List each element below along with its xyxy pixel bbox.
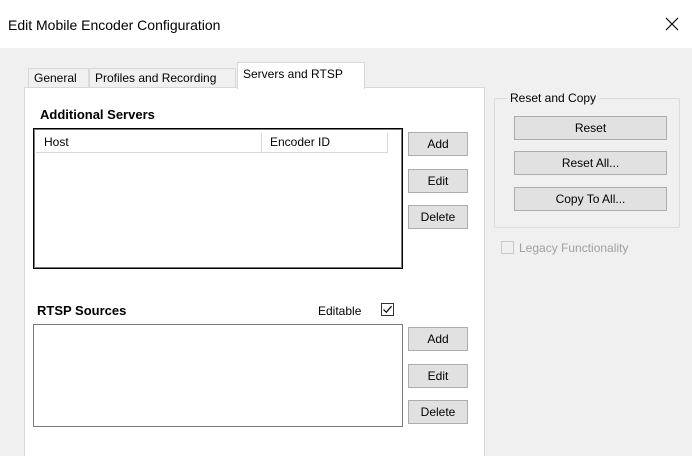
tab-servers-and-rtsp[interactable]: Servers and RTSP	[237, 62, 365, 89]
delete-server-button[interactable]: Delete	[408, 205, 468, 229]
legacy-functionality-label: Legacy Functionality	[519, 241, 629, 255]
reset-button[interactable]: Reset	[514, 116, 667, 140]
copy-to-all-button[interactable]: Copy To All...	[514, 187, 667, 211]
reset-and-copy-title: Reset and Copy	[507, 91, 600, 105]
edit-server-button[interactable]: Edit	[408, 169, 468, 193]
reset-all-button[interactable]: Reset All...	[514, 151, 667, 175]
column-header-label: Host	[44, 135, 69, 149]
editable-checkbox[interactable]	[381, 303, 394, 316]
tab-label: Servers and RTSP	[243, 67, 343, 81]
title-bar: Edit Mobile Encoder Configuration	[0, 0, 692, 48]
checkmark-icon	[382, 304, 393, 315]
add-rtsp-button[interactable]: Add	[408, 327, 468, 351]
rtsp-sources-list[interactable]	[33, 324, 403, 427]
tab-profiles-and-recording[interactable]: Profiles and Recording	[89, 68, 236, 88]
close-icon	[665, 17, 679, 31]
window-title: Edit Mobile Encoder Configuration	[8, 17, 221, 33]
legacy-functionality-checkbox[interactable]	[501, 241, 514, 254]
column-header-host[interactable]: Host	[36, 133, 262, 153]
delete-rtsp-button[interactable]: Delete	[408, 400, 468, 424]
edit-rtsp-button[interactable]: Edit	[408, 364, 468, 388]
close-button[interactable]	[652, 4, 692, 44]
editable-label: Editable	[318, 304, 362, 318]
additional-servers-list[interactable]: Host Encoder ID	[33, 128, 403, 269]
column-header-encoder-id[interactable]: Encoder ID	[262, 133, 388, 153]
add-server-button[interactable]: Add	[408, 132, 468, 156]
rtsp-sources-title: RTSP Sources	[37, 303, 127, 318]
column-header-label: Encoder ID	[270, 135, 331, 149]
tab-general[interactable]: General	[28, 68, 89, 88]
tab-label: Profiles and Recording	[95, 71, 217, 85]
additional-servers-title: Additional Servers	[40, 107, 155, 122]
tab-label: General	[34, 71, 77, 85]
